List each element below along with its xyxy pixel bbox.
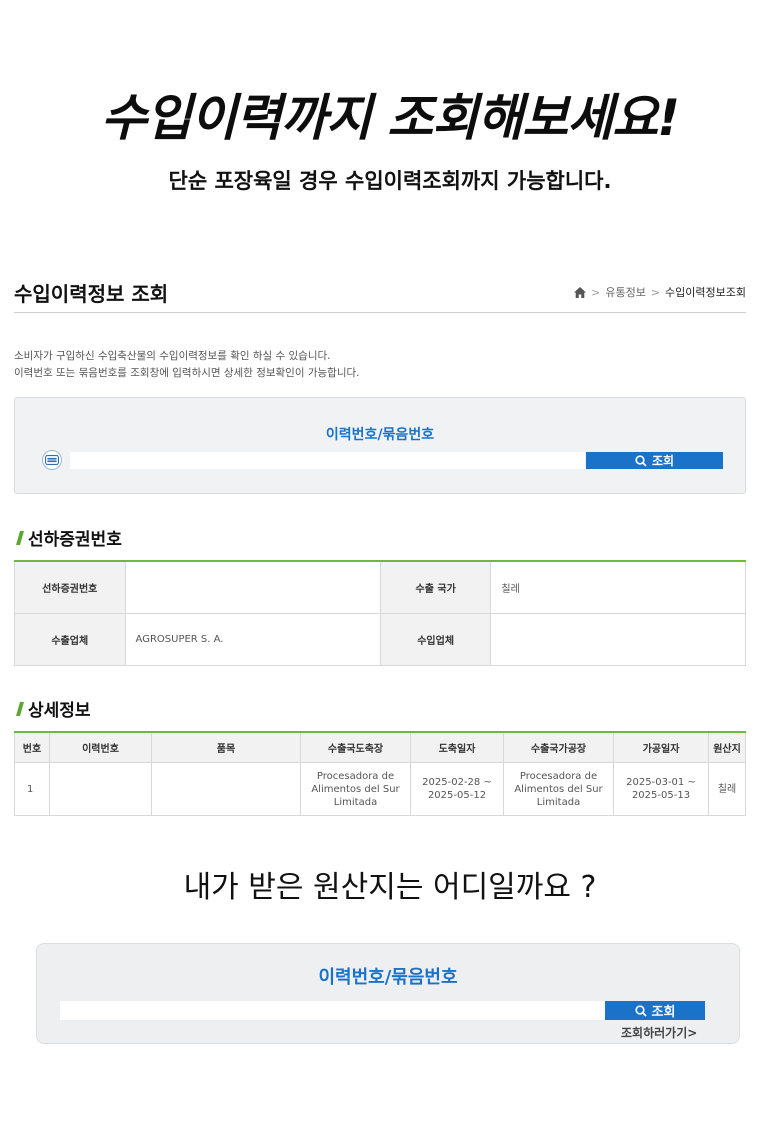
section-title-label: 선하증권번호 [28, 530, 122, 550]
table-value: 칠레 [490, 560, 746, 614]
hero-subline: 단순 포장육일 경우 수입이력조회까지 가능합니다. [168, 169, 612, 193]
table-label: 수입업체 [379, 613, 492, 666]
cell-line: Procesadora de [519, 770, 598, 782]
bottom-trace-number-input[interactable] [60, 1001, 605, 1020]
column-header: 수출국도축장 [300, 731, 411, 763]
bottom-search-button[interactable]: 조회 [605, 1001, 705, 1020]
search-label: 이력번호/묶음번호 [325, 427, 435, 443]
cell-line: 2025-02-28 ~ [422, 777, 492, 788]
cell-slaughterhouse: Procesadora de Alimentos del Sur Limitad… [300, 762, 411, 816]
table-row: 선하증권번호 수출 국가 칠레 [14, 560, 746, 614]
table-value [490, 613, 746, 666]
section-title-bl: 선하증권번호 [16, 525, 122, 550]
hero-headline: 수입이력까지 조회해보세요! [100, 89, 680, 147]
cell-line: Procesadora de [316, 770, 395, 782]
go-search-link[interactable]: 조회하러가기> [621, 1024, 697, 1041]
cell-process-date: 2025-03-01 ~ 2025-05-13 [613, 762, 709, 816]
cell-line: 2025-03-01 ~ [626, 777, 696, 788]
table-value: AGROSUPER S. A. [124, 613, 381, 666]
table-header-row: 번호 이력번호 품목 수출국도축장 도축일자 수출국가공장 가공일자 원산지 [14, 731, 746, 763]
trace-number-input[interactable] [70, 452, 585, 469]
description-line: 소비자가 구입하신 수입축산물의 수입이력정보를 확인 하실 수 있습니다. [14, 350, 331, 362]
table-label: 선하증권번호 [14, 560, 126, 614]
origin-question: 내가 받은 원산지는 어디일까요 ? [183, 870, 597, 905]
column-header: 원산지 [708, 731, 746, 763]
cell-factory: Procesadora de Alimentos del Sur Limitad… [503, 762, 614, 816]
section-title-detail: 상세정보 [16, 696, 91, 721]
green-slash-icon [16, 530, 24, 545]
bl-info-table: 선하증권번호 수출 국가 칠레 수출업체 AGROSUPER S. A. 수입업… [14, 560, 746, 666]
cell-line: Limitada [536, 796, 581, 808]
description-line: 이력번호 또는 묶음번호를 조회창에 입력하시면 상세한 정보확인이 가능합니다… [14, 367, 360, 379]
search-button[interactable]: 조회 [586, 452, 723, 469]
cell-line: Limitada [333, 796, 378, 808]
breadcrumb-item-distribution[interactable]: 유통정보 [605, 284, 645, 300]
detail-table: 번호 이력번호 품목 수출국도축장 도축일자 수출국가공장 가공일자 원산지 1… [14, 731, 746, 816]
breadcrumb-separator-icon: > [650, 285, 661, 299]
column-header: 수출국가공장 [503, 731, 614, 763]
cell-item [151, 762, 301, 816]
title-divider [14, 312, 746, 313]
cell-origin: 칠레 [708, 762, 746, 816]
page-description: 소비자가 구입하신 수입축산물의 수입이력정보를 확인 하실 수 있습니다. 이… [14, 348, 359, 382]
cell-line: 2025-05-13 [631, 790, 691, 801]
home-icon[interactable] [574, 286, 587, 298]
table-label: 수출 국가 [379, 560, 492, 614]
green-slash-icon [16, 701, 24, 716]
bottom-search-panel: 이력번호/묶음번호 조회 조회하러가기> [36, 943, 740, 1044]
column-header: 이력번호 [49, 731, 152, 763]
search-icon [634, 1004, 647, 1017]
section-title-label: 상세정보 [28, 701, 91, 721]
column-header: 도축일자 [410, 731, 504, 763]
column-header: 품목 [151, 731, 301, 763]
column-header: 가공일자 [613, 731, 709, 763]
cell-line: Alimentos del Sur [311, 783, 400, 795]
table-row: 수출업체 AGROSUPER S. A. 수입업체 [14, 613, 746, 666]
bottom-search-button-label: 조회 [651, 1005, 676, 1020]
trace-mark-icon [42, 450, 62, 470]
search-icon [635, 454, 647, 467]
cell-trace-number[interactable] [49, 762, 152, 816]
breadcrumb-separator-icon: > [591, 285, 601, 299]
search-button-label: 조회 [651, 454, 675, 468]
cell-line: Alimentos del Sur [514, 783, 603, 795]
table-row: 1 Procesadora de Alimentos del Sur Limit… [14, 762, 746, 816]
page-title: 수입이력정보 조회 [14, 282, 169, 306]
breadcrumb: > 유통정보 > 수입이력정보조회 [574, 284, 746, 300]
cell-line: 2025-05-12 [427, 790, 487, 801]
cell-slaughter-date: 2025-02-28 ~ 2025-05-12 [410, 762, 504, 816]
cell-number: 1 [14, 762, 50, 816]
table-value [124, 560, 381, 614]
search-panel: 이력번호/묶음번호 조회 [14, 397, 746, 494]
column-header: 번호 [14, 731, 50, 763]
bottom-search-label: 이력번호/묶음번호 [318, 967, 458, 988]
table-label: 수출업체 [14, 613, 126, 666]
breadcrumb-item-current: 수입이력정보조회 [665, 286, 746, 299]
